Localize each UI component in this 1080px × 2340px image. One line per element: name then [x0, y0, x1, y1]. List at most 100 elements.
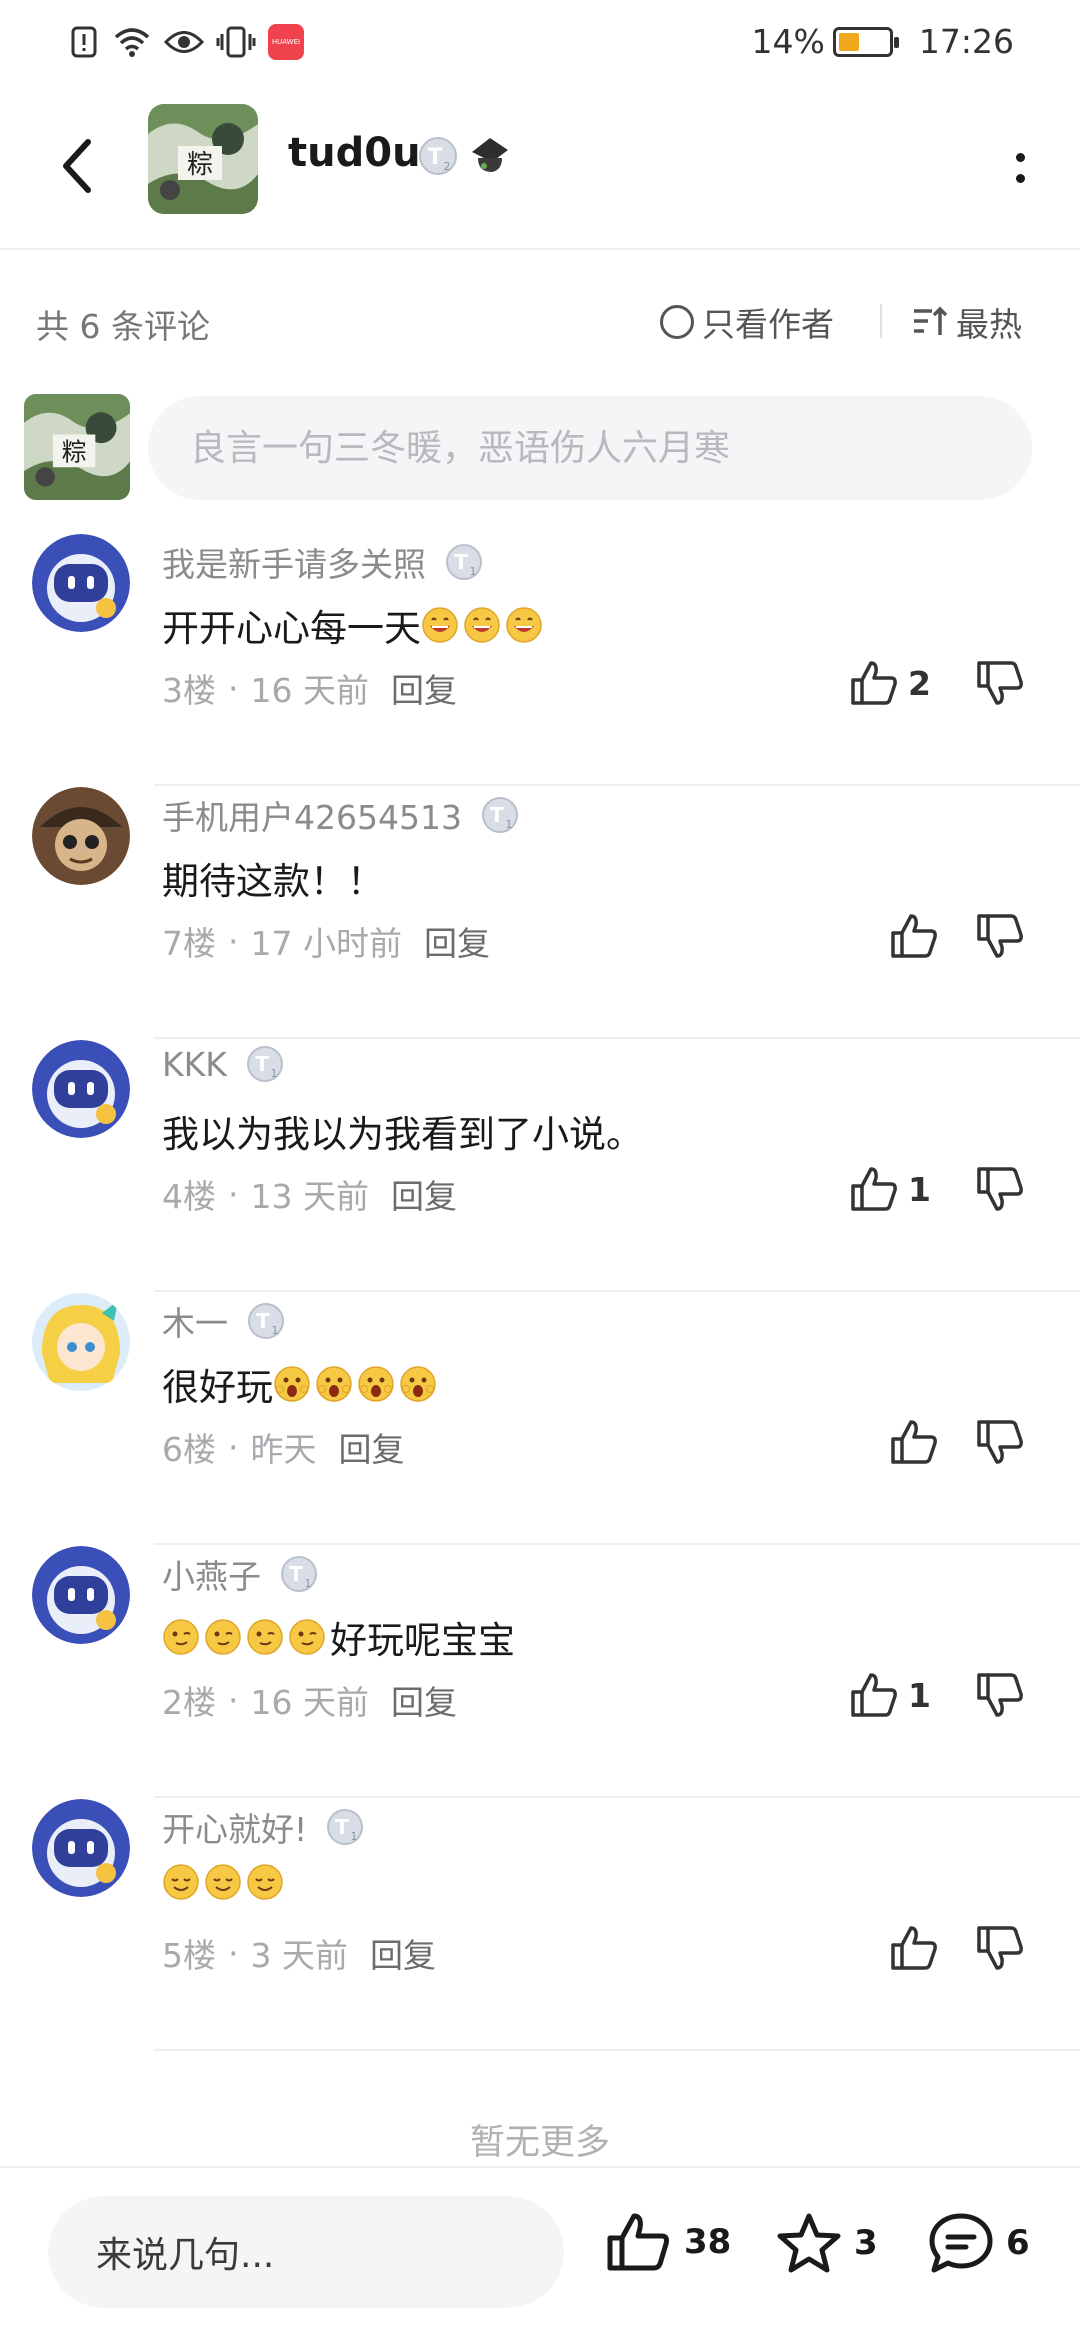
- svg-text:1: 1: [270, 1067, 277, 1080]
- favorite-button[interactable]: 3: [776, 2212, 878, 2274]
- commenter-name-row: 小燕子 T 1: [162, 1550, 319, 1598]
- comment-meta: 2楼 · 16 天前 回复: [162, 1676, 457, 1724]
- commenter-name[interactable]: 开心就好!: [162, 1803, 307, 1851]
- thumbs-down-icon: [977, 1926, 1023, 1970]
- commenter-avatar[interactable]: [32, 1546, 130, 1644]
- comment-item[interactable]: 手机用户42654513 T 1 期待这款！！ 7楼 · 17 小时前 回复: [0, 787, 1080, 1039]
- reply-button[interactable]: 回复: [424, 917, 490, 965]
- divider: [154, 1796, 1080, 1798]
- level-badge-icon: T1: [446, 544, 482, 580]
- like-button[interactable]: 1: [850, 1166, 931, 1212]
- comment-time: 16 天前: [250, 1683, 369, 1722]
- like-button[interactable]: [890, 913, 938, 959]
- dislike-button[interactable]: [976, 1672, 1024, 1722]
- bottom-comment-input[interactable]: 来说几句...: [48, 2196, 564, 2308]
- dot-separator: ·: [228, 1933, 239, 1973]
- battery-icon: [832, 26, 899, 57]
- like-button[interactable]: 2: [850, 660, 931, 706]
- hat-badge-icon: [472, 138, 508, 172]
- app-notification-icon: HUAWEI: [268, 24, 304, 60]
- comment-time: 昨天: [250, 1430, 317, 1469]
- author-only-label: 只看作者: [702, 305, 834, 344]
- commenter-name[interactable]: 手机用户42654513: [162, 791, 462, 839]
- top-app-bar: 粽 tud0u T2: [0, 90, 1080, 250]
- commenter-name[interactable]: 我是新手请多关照: [162, 538, 426, 586]
- thumbs-down-icon: [977, 914, 1023, 958]
- author-avatar[interactable]: 粽: [148, 104, 258, 214]
- clock: 17:26: [918, 22, 1014, 61]
- thumbs-up-icon: [891, 1420, 937, 1464]
- thumbs-down-icon: [977, 1673, 1023, 1717]
- back-button[interactable]: [46, 126, 106, 206]
- post-like-button[interactable]: 38: [606, 2212, 731, 2272]
- sort-icon: [914, 306, 948, 335]
- floor-number: 4楼: [162, 1177, 216, 1216]
- commenter-avatar[interactable]: [32, 1293, 130, 1391]
- reply-button[interactable]: 回复: [339, 1423, 405, 1471]
- comment-body: 开开心心每一天: [162, 598, 547, 652]
- relieved-emoji-icon: [247, 1864, 283, 1900]
- comment-time: 16 天前: [250, 671, 369, 710]
- thumbs-up-icon: [851, 661, 897, 705]
- comment-meta: 7楼 · 17 小时前 回复: [162, 917, 490, 965]
- comment-item[interactable]: 小燕子 T 1 好玩呢宝宝 2楼 · 16 天前 回复 1: [0, 1546, 1080, 1798]
- svg-text:T: T: [335, 1815, 349, 1839]
- svg-text:T: T: [255, 1052, 269, 1076]
- comment-item[interactable]: 我是新手请多关照 T 1 开开心心每一天 3楼 · 16 天前 回复 2: [0, 534, 1080, 786]
- divider: [880, 304, 882, 338]
- dislike-button[interactable]: [976, 1166, 1024, 1216]
- divider: [154, 1037, 1080, 1039]
- comment-body: [162, 1863, 288, 1901]
- commenter-avatar[interactable]: [32, 1799, 130, 1897]
- reply-button[interactable]: 回复: [391, 1170, 457, 1218]
- svg-text:1: 1: [272, 1324, 279, 1337]
- level-badge-icon: T1: [281, 1556, 317, 1592]
- like-button[interactable]: [890, 1925, 938, 1971]
- svg-text:粽: 粽: [187, 150, 213, 180]
- reply-button[interactable]: 回复: [391, 1676, 457, 1724]
- like-button[interactable]: [890, 1419, 938, 1465]
- comment-item[interactable]: KKK T 1 我以为我以为我看到了小说。 4楼 · 13 天前 回复 1: [0, 1040, 1080, 1292]
- commenter-name[interactable]: KKK: [162, 1045, 227, 1084]
- commenter-name[interactable]: 小燕子: [162, 1550, 261, 1598]
- emoji-group: [421, 606, 547, 644]
- svg-text:1: 1: [305, 1577, 312, 1590]
- comment-count: 共 6 条评论: [36, 307, 210, 346]
- more-options-button[interactable]: [1000, 138, 1040, 198]
- comments-button[interactable]: 6: [928, 2212, 1030, 2274]
- like-button[interactable]: 1: [850, 1672, 931, 1718]
- svg-text:1: 1: [470, 565, 477, 578]
- reply-button[interactable]: 回复: [370, 1929, 436, 1977]
- comment-item[interactable]: 开心就好! T 1 5楼 · 3 天前 回复: [0, 1799, 1080, 2051]
- vibrate-icon: [216, 26, 256, 58]
- comment-count-total: 6: [1006, 2223, 1030, 2263]
- thumbs-down-icon: [977, 1420, 1023, 1464]
- wink-emoji-icon: [289, 1619, 325, 1655]
- divider: [154, 1543, 1080, 1545]
- dislike-button[interactable]: [976, 1419, 1024, 1469]
- author-name[interactable]: tud0u: [288, 130, 421, 176]
- floor-number: 6楼: [162, 1430, 216, 1469]
- commenter-avatar[interactable]: [32, 534, 130, 632]
- level-badge-icon: T1: [481, 797, 518, 833]
- reply-button[interactable]: 回复: [391, 664, 457, 712]
- dislike-button[interactable]: [976, 913, 1024, 963]
- floor-number: 5楼: [162, 1936, 216, 1975]
- scream-emoji-icon: [358, 1366, 394, 1402]
- scream-emoji-icon: [316, 1366, 352, 1402]
- commenter-avatar[interactable]: [32, 1040, 130, 1138]
- dislike-button[interactable]: [976, 1925, 1024, 1975]
- commenter-name[interactable]: 木一: [162, 1297, 228, 1345]
- comment-item[interactable]: 木一 T 1 很好玩 6楼 · 昨天 回复: [0, 1293, 1080, 1545]
- svg-text:T: T: [427, 145, 442, 170]
- dislike-button[interactable]: [976, 660, 1024, 710]
- wifi-icon: [114, 28, 150, 57]
- grin-emoji-icon: [422, 607, 458, 643]
- comment-input[interactable]: [148, 396, 1032, 500]
- level-badge-icon: T1: [327, 1809, 364, 1845]
- comment-meta: 6楼 · 昨天 回复: [162, 1423, 405, 1471]
- commenter-avatar[interactable]: [32, 787, 130, 885]
- author-only-toggle[interactable]: 只看作者: [660, 298, 834, 346]
- sort-button[interactable]: 最热: [912, 298, 1022, 346]
- dot-separator: ·: [228, 1427, 239, 1467]
